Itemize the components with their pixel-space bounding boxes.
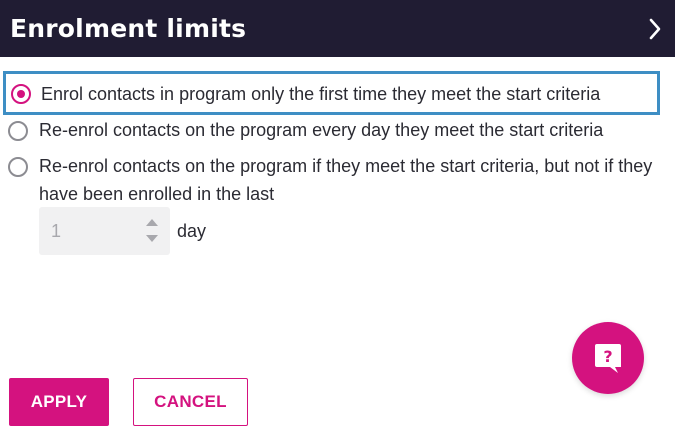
increment-arrow-icon[interactable] (146, 219, 158, 226)
panel-title: Enrolment limits (10, 14, 247, 43)
chevron-right-icon[interactable] (643, 14, 667, 44)
radio-button[interactable] (8, 121, 28, 141)
option-label: Re-enrol contacts on the program every d… (39, 120, 604, 140)
option-label: Enrol contacts in program only the first… (41, 84, 601, 104)
question-chat-icon: ? (595, 344, 621, 373)
option-label: Re-enrol contacts on the program if they… (39, 156, 653, 204)
cancel-button[interactable]: CANCEL (133, 378, 248, 426)
option-re-enrol-if-not-recent[interactable]: Re-enrol contacts on the program if they… (8, 152, 658, 208)
option-first-time-only[interactable]: Enrol contacts in program only the first… (3, 71, 660, 115)
day-count-stepper[interactable]: 1 (39, 207, 170, 255)
stepper-value[interactable]: 1 (51, 221, 61, 242)
day-count-control: 1 day (39, 207, 206, 255)
panel-header: Enrolment limits (0, 0, 675, 57)
apply-button[interactable]: APPLY (9, 378, 109, 426)
radio-button-checked[interactable] (11, 84, 31, 104)
help-glyph: ? (603, 347, 612, 366)
option-re-enrol-every-day[interactable]: Re-enrol contacts on the program every d… (8, 116, 658, 144)
radio-button[interactable] (8, 157, 28, 177)
decrement-arrow-icon[interactable] (146, 235, 158, 242)
help-chat-button[interactable]: ? (572, 322, 644, 394)
stepper-unit-label: day (177, 220, 207, 241)
